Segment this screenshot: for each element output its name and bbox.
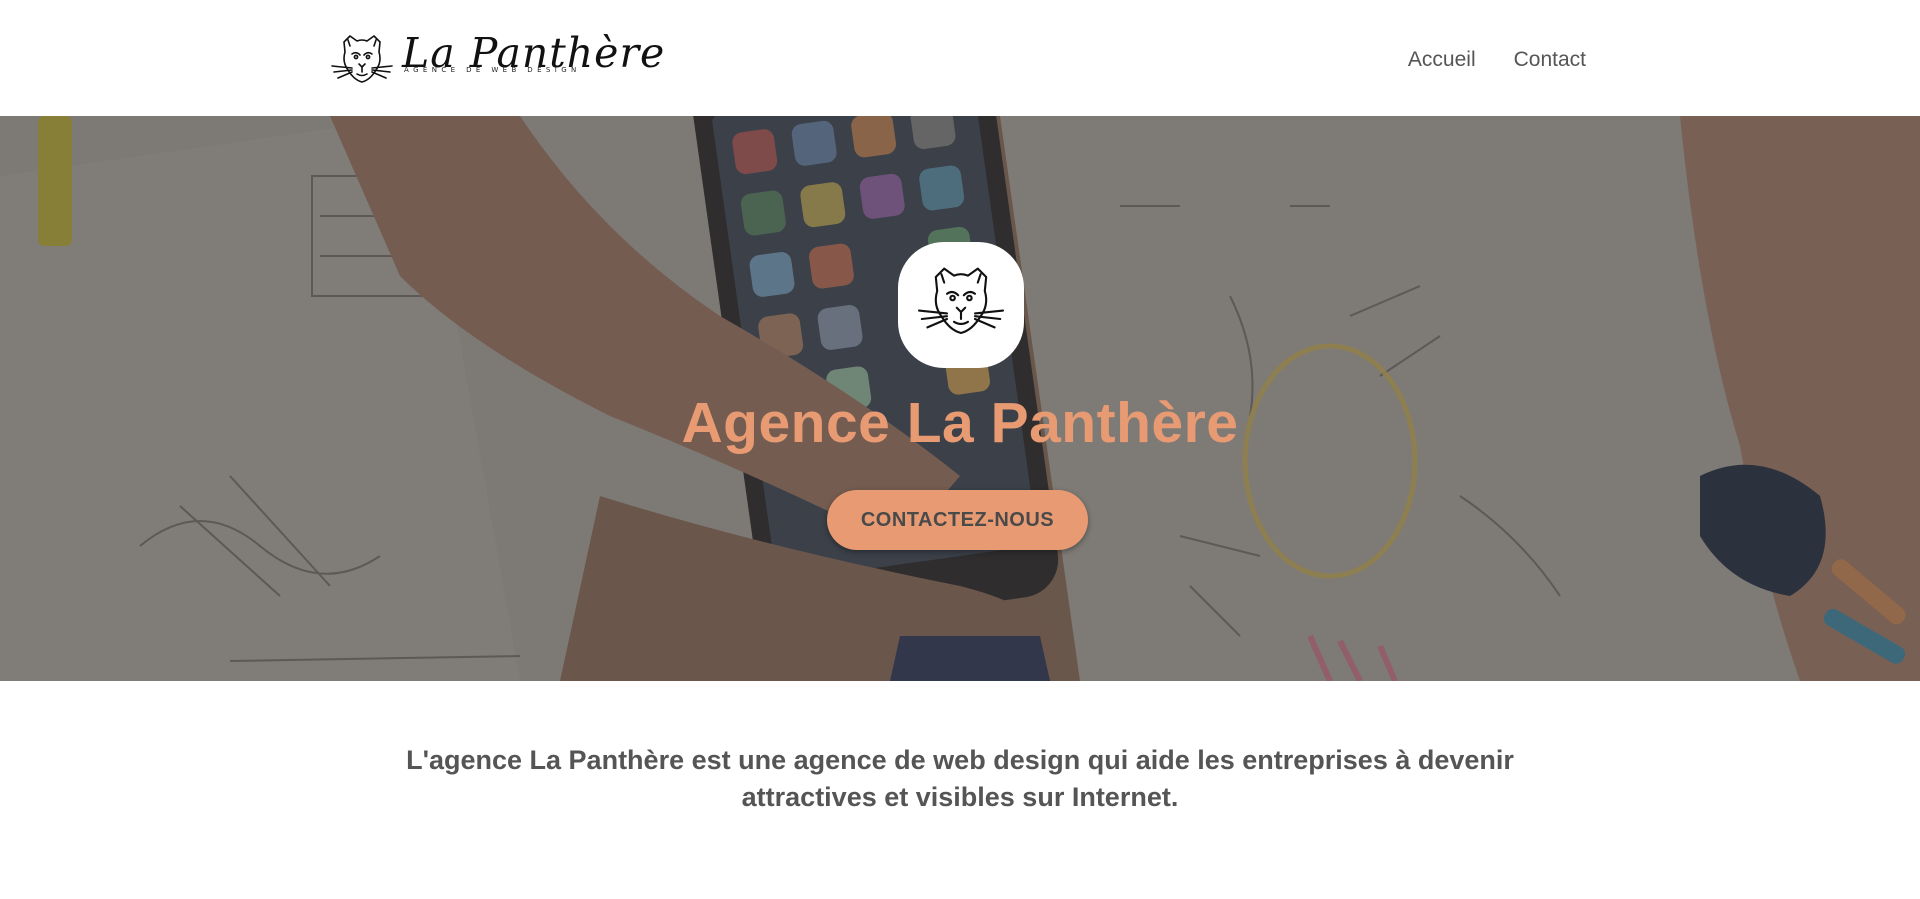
nav-item-accueil[interactable]: Accueil [1408, 48, 1476, 72]
hero-logo-badge [898, 242, 1024, 368]
brand-wordmark: La Panthère AGENCE DE WEB DESIGN [402, 28, 665, 78]
panther-head-icon [331, 35, 393, 83]
intro-text: L'agence La Panthère est une agence de w… [406, 745, 1514, 812]
main-nav: Accueil Contact [1408, 48, 1586, 72]
contact-us-button[interactable]: CONTACTEZ-NOUS [827, 490, 1088, 550]
hero-section: Agence La Panthère CONTACTEZ-NOUS [0, 116, 1920, 681]
brand-logo-link[interactable]: La Panthère AGENCE DE WEB DESIGN [330, 28, 665, 90]
panther-head-icon [917, 267, 1005, 335]
brand-tagline: AGENCE DE WEB DESIGN [404, 66, 581, 74]
hero-title: Agence La Panthère [681, 391, 1239, 455]
site-header: La Panthère AGENCE DE WEB DESIGN Accueil… [0, 0, 1920, 116]
nav-item-contact[interactable]: Contact [1514, 48, 1586, 72]
